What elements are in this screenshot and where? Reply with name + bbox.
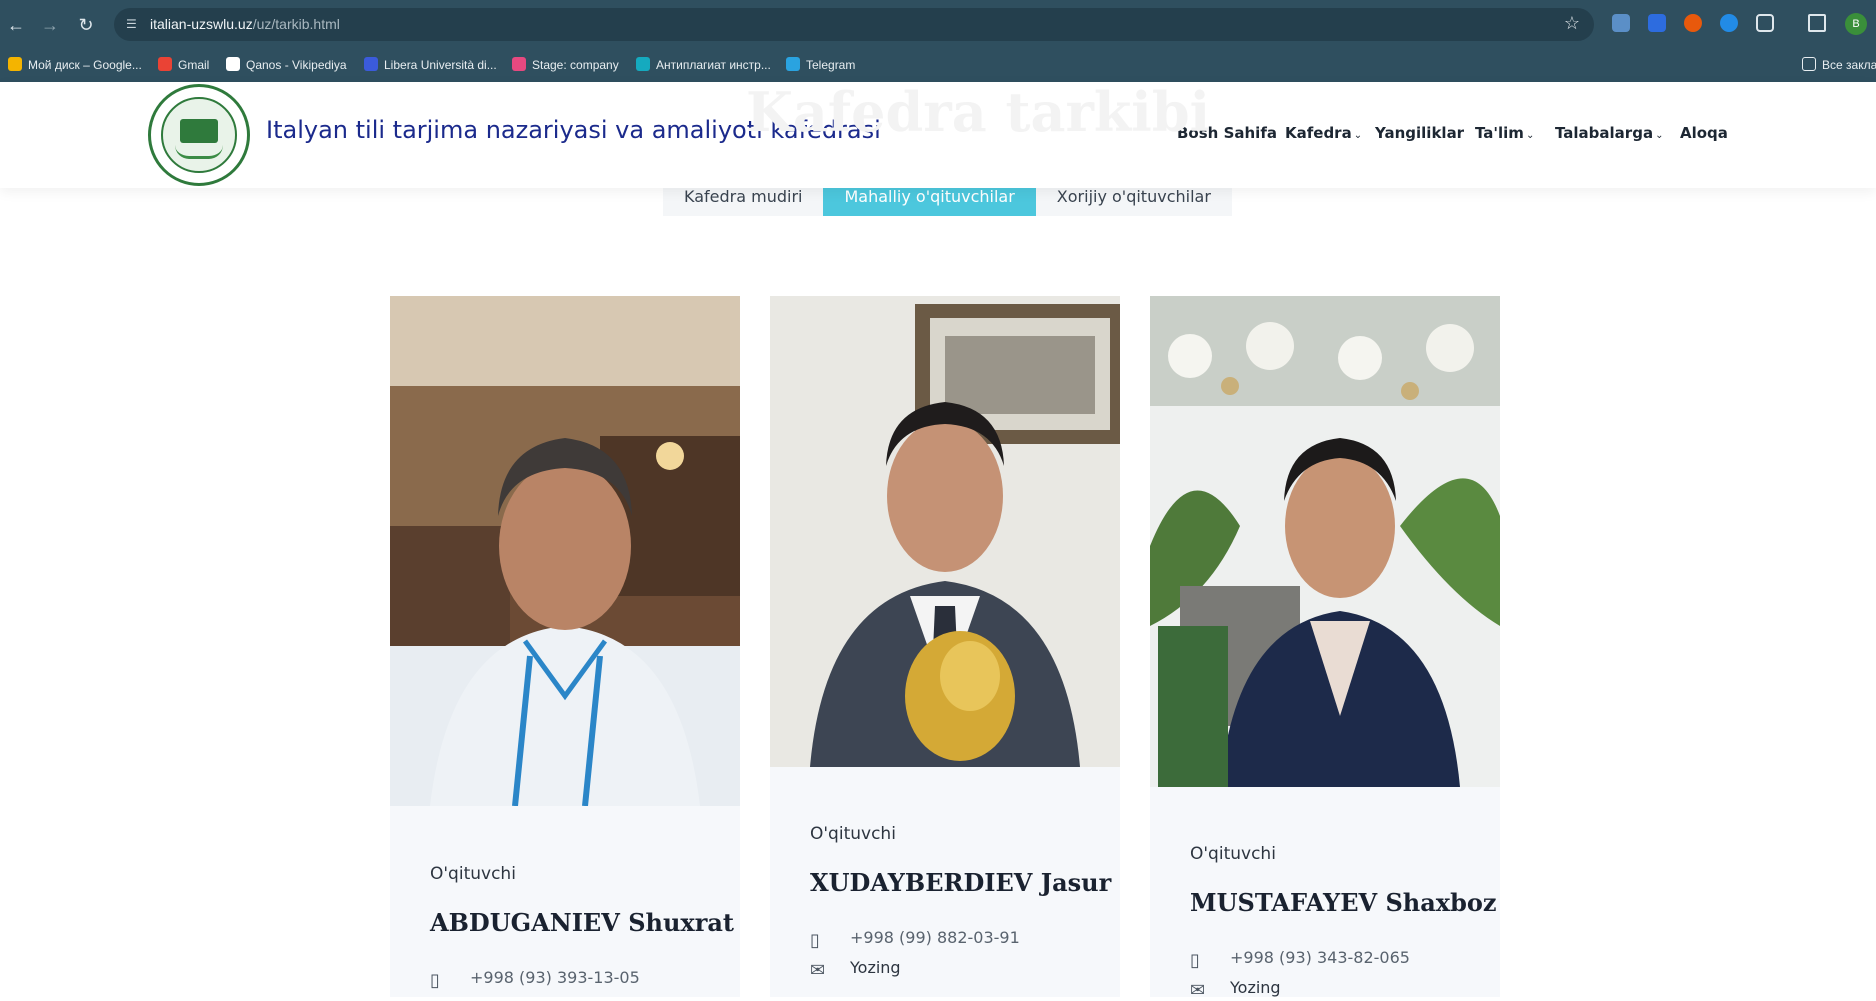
nav-contact[interactable]: Aloqa (1680, 124, 1728, 142)
nav-students[interactable]: Talabalarga ⌄ (1555, 124, 1663, 142)
browser-chrome: ← → ↻ ☰ italian-uzswlu.uz/uz/tarkib.html… (0, 0, 1876, 82)
chevron-down-icon: ⌄ (1353, 130, 1363, 141)
antiplagiat-icon (636, 57, 650, 71)
forward-icon[interactable]: → (38, 13, 62, 37)
site-header: Italyan tili tarjima nazariyasi va amali… (0, 82, 1876, 188)
nav-news[interactable]: Yangiliklar (1375, 124, 1464, 142)
staff-card: O'qituvchi MUSTAFAYEV Shaxboz ▯ +998 (93)… (1150, 296, 1500, 1001)
staff-email[interactable]: ✉ Yozing (810, 958, 901, 981)
shazam-extension-icon[interactable] (1720, 14, 1738, 32)
phone-icon: ▯ (430, 970, 440, 991)
all-bookmarks-folder[interactable]: Все закла (1802, 55, 1876, 75)
staff-name[interactable]: ABDUGANIEV Shuxrat (430, 908, 734, 937)
extension-icon[interactable] (1612, 14, 1630, 32)
staff-phone[interactable]: ▯ +998 (93) 393-13-05 (430, 968, 640, 991)
wikipedia-icon (226, 57, 240, 71)
address-bar[interactable]: ☰ italian-uzswlu.uz/uz/tarkib.html ☆ (114, 8, 1594, 41)
telegram-icon (786, 57, 800, 71)
extensions-puzzle-icon[interactable] (1756, 14, 1774, 32)
staff-name[interactable]: MUSTAFAYEV Shaxboz (1190, 888, 1497, 917)
bookmark-item[interactable]: Libera Università di... (364, 55, 497, 75)
bookmark-item[interactable]: Qanos - Vikipediya (226, 55, 347, 75)
nav-home[interactable]: Bosh Sahifa (1177, 124, 1277, 142)
bookmark-star-icon[interactable]: ☆ (1564, 13, 1580, 34)
logo-laurel-icon (175, 145, 223, 159)
staff-role: O'qituvchi (430, 864, 516, 884)
folder-icon (1802, 57, 1816, 71)
bookmark-item[interactable]: Антиплагиат инстр... (636, 55, 771, 75)
staff-role: O'qituvchi (1190, 844, 1276, 864)
staff-card: O'qituvchi XUDAYBERDIEV Jasur ▯ +998 (99)… (770, 296, 1120, 997)
bookmark-item[interactable]: Telegram (786, 55, 855, 75)
site-info-icon[interactable]: ☰ (126, 16, 142, 32)
envelope-icon: ✉ (1190, 980, 1206, 1001)
logo-emblem (161, 97, 237, 173)
profile-avatar[interactable]: B (1845, 13, 1867, 35)
chevron-down-icon: ⌄ (1525, 130, 1535, 141)
staff-role: O'qituvchi (810, 824, 896, 844)
staff-name[interactable]: XUDAYBERDIEV Jasur (810, 868, 1111, 897)
site-title[interactable]: Italyan tili tarjima nazariyasi va amali… (266, 116, 881, 144)
staff-photo (770, 296, 1120, 767)
chevron-down-icon: ⌄ (1655, 130, 1664, 141)
phone-icon: ▯ (1190, 950, 1200, 971)
logo-building-icon (180, 119, 218, 143)
staff-photo (390, 296, 740, 806)
zoom-extension-icon[interactable] (1648, 14, 1666, 32)
nav-kafedra[interactable]: Kafedra ⌄ (1285, 124, 1362, 142)
bookmark-item[interactable]: Gmail (158, 55, 209, 75)
bookmarks-bar: Мой диск – Google... Gmail Qanos - Vikip… (0, 49, 1876, 82)
staff-photo (1150, 296, 1500, 787)
fire-extension-icon[interactable] (1684, 14, 1702, 32)
reload-icon[interactable]: ↻ (74, 13, 98, 37)
staff-card: O'qituvchi ABDUGANIEV Shuxrat ▯ +998 (93)… (390, 296, 740, 997)
gmail-icon (158, 57, 172, 71)
cf-icon (512, 57, 526, 71)
phone-icon: ▯ (810, 930, 820, 951)
nav-talim[interactable]: Ta'lim ⌄ (1475, 124, 1534, 142)
staff-phone[interactable]: ▯ +998 (99) 882-03-91 (810, 928, 1020, 951)
envelope-icon: ✉ (810, 960, 826, 981)
bookmark-item[interactable]: Мой диск – Google... (8, 55, 142, 75)
drive-icon (8, 57, 22, 71)
bookmark-item[interactable]: Stage: company (512, 55, 619, 75)
university-icon (364, 57, 378, 71)
browser-toolbar: ← → ↻ ☰ italian-uzswlu.uz/uz/tarkib.html… (0, 0, 1876, 49)
staff-phone[interactable]: ▯ +998 (93) 343-82-065 (1190, 948, 1410, 971)
side-panel-icon[interactable] (1808, 14, 1826, 32)
university-logo[interactable] (148, 84, 250, 186)
url-text: italian-uzswlu.uz/uz/tarkib.html (150, 16, 340, 32)
back-icon[interactable]: ← (4, 13, 28, 37)
